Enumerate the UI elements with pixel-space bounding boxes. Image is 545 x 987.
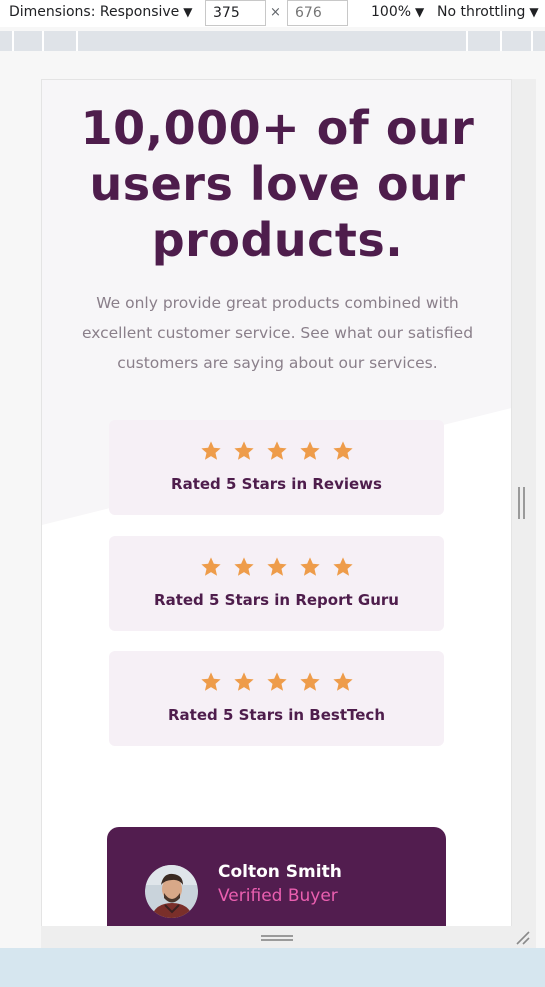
page-below-area — [0, 948, 545, 987]
media-query-ruler[interactable] — [0, 31, 545, 51]
star-rating — [200, 556, 354, 582]
intro-line: customers are saying about our services. — [117, 354, 438, 372]
intro-line: excellent customer service. See what our… — [81, 324, 474, 342]
throttling-label: No throttling — [437, 4, 526, 20]
rating-card: Rated 5 Stars in Reviews — [109, 420, 444, 515]
right-resize-handle-icon[interactable] — [518, 487, 526, 519]
rating-card: Rated 5 Stars in Report Guru — [109, 536, 444, 631]
rating-label: Rated 5 Stars in BestTech — [167, 706, 385, 724]
chevron-down-icon: ▼ — [529, 5, 539, 19]
headline-line: products. — [151, 213, 404, 267]
star-rating — [200, 440, 354, 466]
reviewer-role: Verified Buyer — [218, 886, 338, 906]
emulated-viewport: 10,000+ of our users love our products. … — [41, 79, 512, 926]
rating-label: Rated 5 Stars in Reviews — [171, 475, 382, 493]
page-title: 10,000+ of our users love our products. — [42, 100, 511, 268]
star-icon — [233, 671, 255, 697]
chevron-down-icon: ▼ — [415, 5, 425, 19]
star-icon — [299, 556, 321, 582]
star-icon — [266, 556, 288, 582]
rating-card: Rated 5 Stars in BestTech — [109, 651, 444, 746]
width-input[interactable] — [205, 0, 266, 26]
testimonial-card: Colton Smith Verified Buyer — [107, 827, 446, 926]
bottom-resize-handle-icon[interactable] — [261, 935, 293, 941]
height-input[interactable] — [287, 0, 348, 26]
star-icon — [266, 671, 288, 697]
star-icon — [299, 440, 321, 466]
star-icon — [299, 671, 321, 697]
devtools-toolbar: Dimensions: Responsive▼ × 100%▼ No throt… — [0, 0, 545, 27]
headline-line: users love our — [89, 157, 466, 211]
zoom-label: 100% — [371, 4, 412, 20]
corner-resize-grip-icon[interactable] — [515, 930, 531, 946]
intro-text: We only provide great products combined … — [66, 288, 489, 378]
rating-label: Rated 5 Stars in Report Guru — [154, 591, 399, 609]
star-icon — [266, 440, 288, 466]
star-icon — [332, 440, 354, 466]
star-icon — [332, 671, 354, 697]
star-icon — [332, 556, 354, 582]
avatar — [145, 865, 198, 918]
star-rating — [200, 671, 354, 697]
dimensions-dropdown[interactable]: Dimensions: Responsive ▼ — [9, 4, 193, 20]
dimensions-label: Dimensions: Responsive — [9, 4, 180, 20]
star-icon — [200, 440, 222, 466]
page-content: 10,000+ of our users love our products. … — [42, 80, 511, 926]
star-icon — [200, 556, 222, 582]
throttling-dropdown[interactable]: No throttling ▼ — [437, 4, 539, 20]
times-icon: × — [270, 5, 281, 20]
star-icon — [233, 440, 255, 466]
reviewer-name: Colton Smith — [218, 862, 342, 882]
star-icon — [200, 671, 222, 697]
headline-line: 10,000+ of our — [80, 101, 475, 155]
intro-line: We only provide great products combined … — [96, 294, 459, 312]
star-icon — [233, 556, 255, 582]
zoom-dropdown[interactable]: 100% ▼ — [371, 4, 424, 20]
chevron-down-icon: ▼ — [183, 5, 193, 19]
